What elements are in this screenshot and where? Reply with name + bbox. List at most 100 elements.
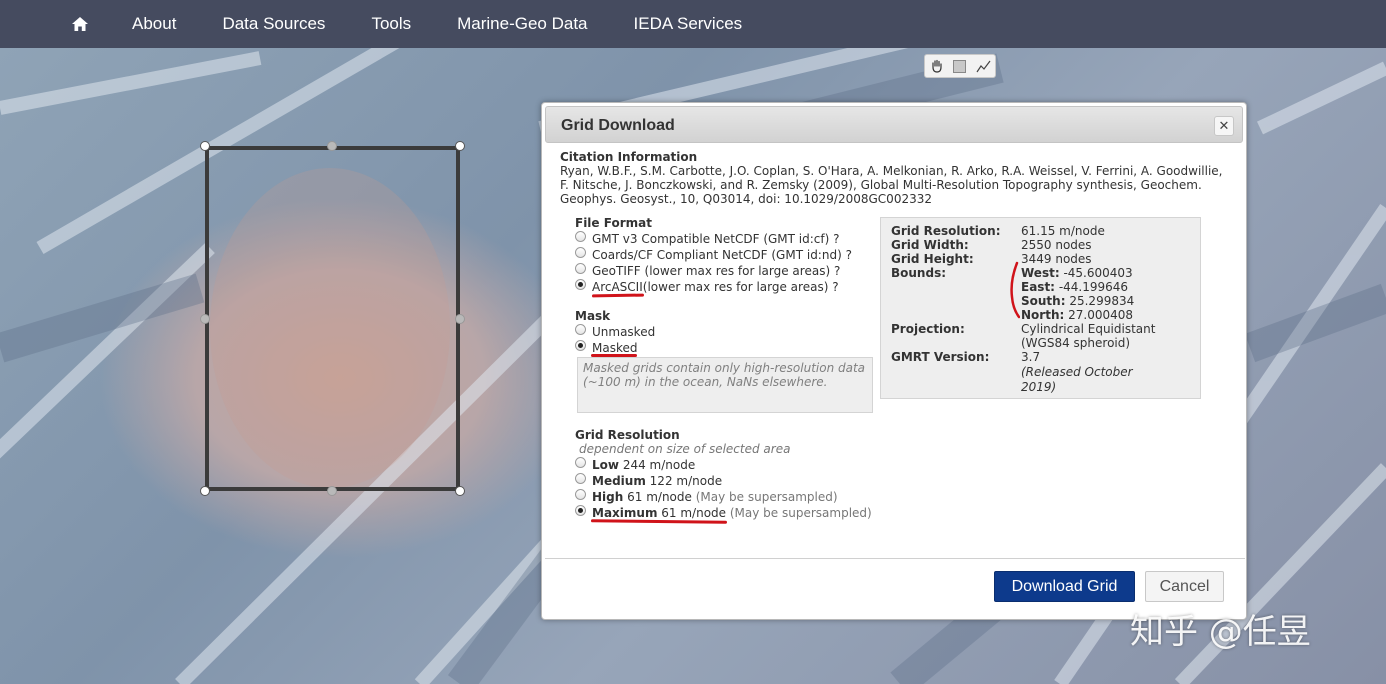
- projection-value-1: Cylindrical Equidistant: [1021, 322, 1156, 336]
- map-toolbar: [924, 54, 996, 78]
- grid-width-label: Grid Width:: [891, 238, 969, 252]
- resolution-option-high[interactable]: High 61 m/node (May be supersampled): [575, 488, 838, 504]
- bounds-south: South: 25.299834: [1021, 294, 1134, 308]
- grid-height-value: 3449 nodes: [1021, 252, 1092, 266]
- watermark: 知乎 @任昱: [1130, 612, 1311, 652]
- mask-option-masked[interactable]: Masked: [575, 339, 637, 355]
- radio-arcascii[interactable]: [575, 278, 586, 290]
- format-label-geotiff: GeoTIFF (lower max res for large areas): [592, 264, 831, 278]
- resolution-value-medium: 122 m/node: [649, 474, 723, 488]
- north-label: North:: [1021, 308, 1065, 322]
- red-annotation-underline: [590, 519, 728, 524]
- format-option-geotiff[interactable]: GeoTIFF (lower max res for large areas) …: [575, 262, 840, 278]
- radio-gmt-cf[interactable]: [575, 230, 586, 242]
- resolution-name-high: High: [592, 490, 624, 504]
- line-profile-icon[interactable]: [974, 57, 992, 75]
- resolution-value-low: 244 m/node: [622, 458, 696, 472]
- gmrt-released-2: 2019): [1021, 380, 1057, 394]
- bounds-north: North: 27.000408: [1021, 308, 1133, 322]
- help-icon[interactable]: ?: [832, 280, 838, 294]
- selection-handle-sw[interactable]: [200, 486, 210, 496]
- grid-resolution-subheading: dependent on size of selected area: [579, 442, 791, 456]
- bounds-label: Bounds:: [891, 266, 947, 280]
- citation-heading: Citation Information: [560, 150, 698, 164]
- grid-download-dialog: Grid Download ✕ Citation Information Rya…: [541, 102, 1247, 620]
- projection-value-2: (WGS84 spheroid): [1021, 336, 1131, 350]
- east-label: East:: [1021, 280, 1055, 294]
- selection-rectangle[interactable]: [205, 146, 460, 491]
- mask-option-unmasked[interactable]: Unmasked: [575, 323, 656, 339]
- rectangle-select-icon[interactable]: [951, 57, 969, 75]
- format-label-arcascii: ArcASCII: [592, 280, 643, 294]
- radio-medium[interactable]: [575, 472, 586, 484]
- dialog-header[interactable]: Grid Download ✕: [545, 106, 1243, 143]
- resolution-option-low[interactable]: Low 244 m/node: [575, 456, 696, 472]
- red-annotation-underline: [591, 293, 645, 298]
- resolution-name-low: Low: [592, 458, 619, 472]
- format-option-coards-nd[interactable]: Coards/CF Compliant NetCDF (GMT id:nd) ?: [575, 246, 852, 262]
- radio-maximum[interactable]: [575, 504, 586, 516]
- red-annotation-bracket: [1010, 261, 1020, 319]
- selection-handle-se[interactable]: [455, 486, 465, 496]
- citation-section: Citation Information Ryan, W.B.F., S.M. …: [560, 150, 1230, 206]
- south-label: South:: [1021, 294, 1066, 308]
- format-option-arcascii[interactable]: ArcASCII (lower max res for large areas)…: [575, 278, 839, 294]
- nav-about[interactable]: About: [132, 14, 176, 34]
- nav-data-sources[interactable]: Data Sources: [222, 14, 325, 34]
- format-label-gmt-cf: GMT v3 Compatible NetCDF (GMT id:cf): [592, 232, 830, 246]
- top-navbar: About Data Sources Tools Marine-Geo Data…: [0, 0, 1386, 48]
- help-icon[interactable]: ?: [834, 264, 840, 278]
- cancel-button[interactable]: Cancel: [1145, 571, 1224, 602]
- projection-label: Projection:: [891, 322, 965, 336]
- resolution-value-high: 61 m/node: [627, 490, 692, 504]
- selection-handle-ne[interactable]: [455, 141, 465, 151]
- bounds-west: West: -45.600403: [1021, 266, 1133, 280]
- radio-masked[interactable]: [575, 339, 586, 351]
- selection-handle-w[interactable]: [200, 314, 210, 324]
- citation-text: Ryan, W.B.F., S.M. Carbotte, J.O. Coplan…: [560, 164, 1223, 206]
- dialog-title: Grid Download: [561, 117, 675, 134]
- download-grid-button[interactable]: Download Grid: [994, 571, 1135, 602]
- gmrt-released-1: (Released October: [1021, 365, 1133, 379]
- grid-height-label: Grid Height:: [891, 252, 974, 266]
- close-button[interactable]: ✕: [1214, 116, 1234, 136]
- resolution-option-maximum[interactable]: Maximum 61 m/node (May be supersampled): [575, 504, 872, 520]
- format-option-gmt-cf[interactable]: GMT v3 Compatible NetCDF (GMT id:cf) ?: [575, 230, 840, 246]
- west-label: West:: [1021, 266, 1060, 280]
- selection-handle-nw[interactable]: [200, 141, 210, 151]
- radio-low[interactable]: [575, 456, 586, 468]
- nav-ieda-services[interactable]: IEDA Services: [634, 14, 743, 34]
- resolution-name-medium: Medium: [592, 474, 646, 488]
- nav-marine-geo-data[interactable]: Marine-Geo Data: [457, 14, 587, 34]
- selection-handle-e[interactable]: [455, 314, 465, 324]
- resolution-value-maximum: 61 m/node: [661, 506, 727, 520]
- radio-geotiff[interactable]: [575, 262, 586, 274]
- radio-unmasked[interactable]: [575, 323, 586, 335]
- grid-info-box: Grid Resolution: 61.15 m/node Grid Width…: [880, 217, 1201, 399]
- selection-handle-s[interactable]: [327, 486, 337, 496]
- file-format-heading: File Format: [575, 216, 652, 230]
- grid-width-value: 2550 nodes: [1021, 238, 1092, 252]
- mask-label-unmasked: Unmasked: [592, 325, 656, 339]
- selection-handle-n[interactable]: [327, 141, 337, 151]
- radio-coards-nd[interactable]: [575, 246, 586, 258]
- resolution-name-maximum: Maximum: [592, 506, 658, 520]
- gmrt-version-label: GMRT Version:: [891, 350, 990, 364]
- radio-high[interactable]: [575, 488, 586, 500]
- resolution-option-medium[interactable]: Medium 122 m/node: [575, 472, 723, 488]
- help-icon[interactable]: ?: [833, 232, 839, 246]
- format-label-coards-nd: Coards/CF Compliant NetCDF (GMT id:nd): [592, 248, 842, 262]
- nav-tools[interactable]: Tools: [371, 14, 411, 34]
- gmrt-version-value: 3.7: [1021, 350, 1041, 364]
- grid-resolution-label: Grid Resolution:: [891, 224, 1001, 238]
- grid-resolution-heading: Grid Resolution: [575, 428, 680, 442]
- resolution-note-high: (May be supersampled): [695, 490, 838, 504]
- help-icon[interactable]: ?: [846, 248, 852, 262]
- grid-resolution-value: 61.15 m/node: [1021, 224, 1105, 238]
- west-value: -45.600403: [1063, 266, 1133, 280]
- north-value: 27.000408: [1068, 308, 1134, 322]
- resolution-note-maximum: (May be supersampled): [729, 506, 872, 520]
- pan-hand-icon[interactable]: [928, 57, 946, 75]
- east-value: -44.199646: [1058, 280, 1129, 294]
- home-icon[interactable]: [70, 14, 90, 34]
